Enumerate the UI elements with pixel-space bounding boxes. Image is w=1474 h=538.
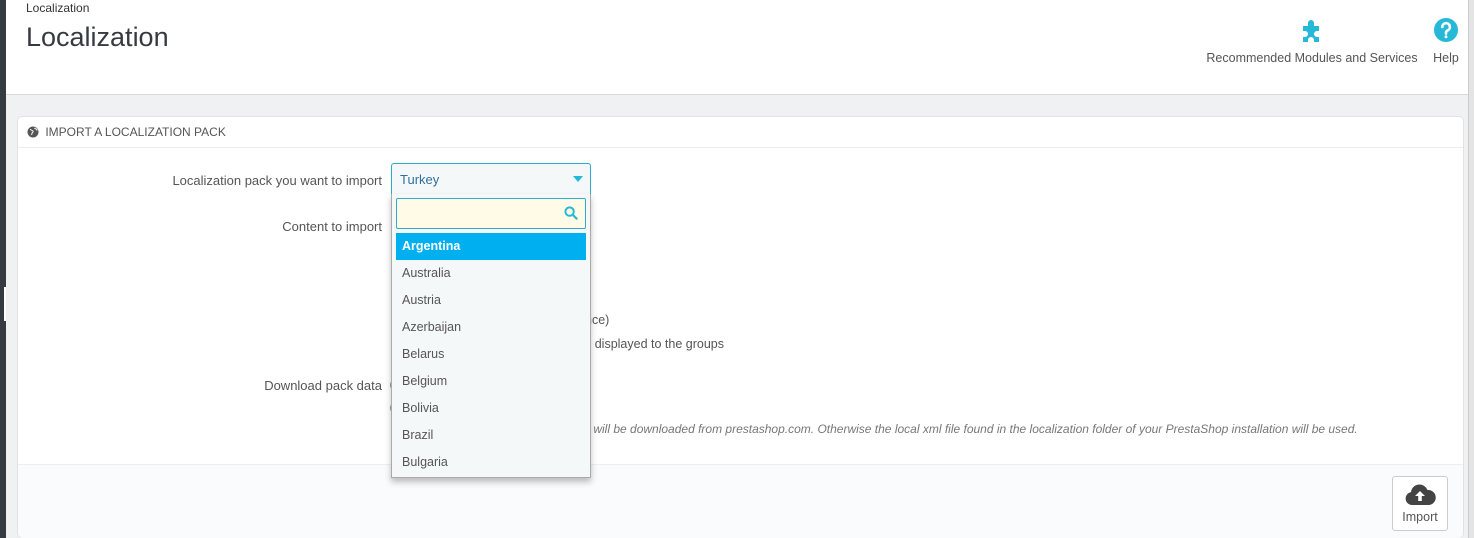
download-pack-data-label: Download pack data — [264, 378, 382, 393]
country-dropdown: Argentina Australia Austria Azerbaijan B… — [391, 194, 591, 478]
country-option[interactable]: Belarus — [396, 341, 586, 368]
recommended-modules-button[interactable]: Recommended Modules and Services — [1206, 16, 1418, 65]
help-label: Help — [1433, 51, 1459, 65]
panel-heading: IMPORT A LOCALIZATION PACK — [18, 117, 1463, 148]
help-button[interactable]: Help — [1424, 16, 1468, 65]
help-icon — [1434, 18, 1458, 42]
page-header: Localization Localization Recommended Mo… — [6, 0, 1468, 95]
selected-country: Turkey — [400, 172, 440, 187]
breadcrumb[interactable]: Localization — [26, 1, 89, 15]
country-options: Argentina Australia Austria Azerbaijan B… — [396, 233, 586, 476]
country-option[interactable]: Belgium — [396, 368, 586, 395]
panel-heading-label: IMPORT A LOCALIZATION PACK — [45, 125, 226, 139]
country-option[interactable]: Azerbaijan — [396, 314, 586, 341]
country-option[interactable]: Australia — [396, 260, 586, 287]
content-to-import-label: Content to import — [282, 219, 382, 234]
cloud-upload-icon — [1405, 484, 1436, 505]
content-option-partial-2: s displayed to the groups — [585, 337, 724, 351]
country-option[interactable]: Bulgaria — [396, 449, 586, 476]
localization-pack-panel: IMPORT A LOCALIZATION PACK Localization … — [17, 116, 1464, 538]
country-option[interactable]: Brazil — [396, 422, 586, 449]
globe-icon — [27, 126, 39, 138]
sidebar-marker — [4, 287, 6, 321]
country-option[interactable]: Austria — [396, 287, 586, 314]
localization-pack-select[interactable]: Turkey — [391, 163, 591, 195]
page-title: Localization — [26, 22, 169, 52]
scrollbar[interactable] — [1468, 0, 1474, 538]
country-search-input[interactable] — [397, 199, 559, 228]
country-option[interactable]: Bolivia — [396, 395, 586, 422]
country-option[interactable]: Argentina — [396, 233, 586, 260]
dropdown-search[interactable] — [396, 198, 586, 229]
import-label: Import — [1402, 510, 1438, 524]
search-icon — [564, 206, 578, 220]
recommended-modules-label: Recommended Modules and Services — [1206, 51, 1418, 65]
import-button[interactable]: Import — [1392, 476, 1448, 531]
caret-down-icon — [573, 176, 583, 182]
download-help-text: ck will be downloaded from prestashop.co… — [578, 422, 1358, 436]
panel-footer: Import — [18, 464, 1463, 538]
puzzle-icon — [1303, 20, 1319, 42]
pack-select-label: Localization pack you want to import — [172, 173, 382, 188]
